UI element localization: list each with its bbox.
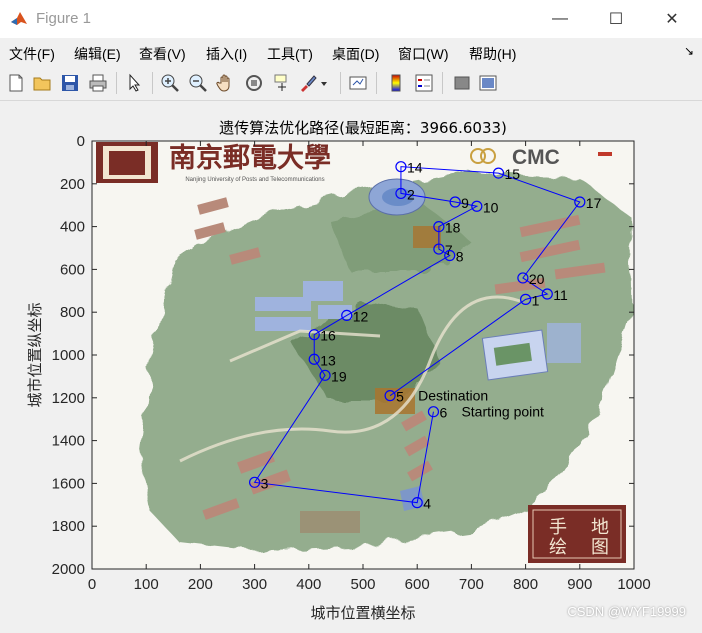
menu-insert[interactable]: 插入(I) (206, 44, 247, 64)
x-tick-label: 800 (513, 576, 538, 593)
seal-char-4: 图 (591, 537, 609, 558)
city-label: 15 (505, 166, 521, 182)
pointer-icon[interactable] (124, 73, 144, 93)
figure-toolbar (0, 66, 702, 101)
city-label: 12 (353, 308, 369, 324)
close-button[interactable]: ✕ (644, 0, 700, 38)
menu-bar: 文件(F) 编辑(E) 查看(V) 插入(I) 工具(T) 桌面(D) 窗口(W… (0, 40, 702, 66)
window-title: Figure 1 (36, 10, 92, 27)
city-label: 8 (456, 248, 464, 264)
city-label: 10 (483, 199, 499, 215)
university-english-text: Nanjing University of Posts and Telecomm… (185, 177, 324, 183)
menu-file[interactable]: 文件(F) (9, 44, 55, 64)
cmc-logo-dash-icon (598, 152, 612, 156)
maximize-button[interactable]: ☐ (588, 0, 644, 38)
y-tick-label: 1200 (52, 390, 85, 407)
toolbar-separator (376, 72, 377, 94)
menu-tools[interactable]: 工具(T) (267, 44, 313, 64)
y-axis-label: 城市位置纵坐标 (26, 302, 44, 407)
zoom-in-icon[interactable] (160, 73, 180, 93)
x-tick-label: 500 (350, 576, 375, 593)
y-tick-label: 200 (60, 176, 85, 193)
x-tick-label: 400 (296, 576, 321, 593)
menu-edit[interactable]: 编辑(E) (74, 44, 121, 64)
data-cursor-icon[interactable] (272, 73, 292, 93)
matlab-logo-icon (11, 12, 27, 25)
toolbar-separator (152, 72, 153, 94)
show-plot-tools-icon[interactable] (478, 73, 498, 93)
y-tick-label: 1800 (52, 518, 85, 535)
colorbar-icon[interactable] (386, 73, 406, 93)
minimize-button[interactable]: — (532, 0, 588, 38)
hide-plot-tools-icon[interactable] (452, 73, 472, 93)
route-annotation: Destination (418, 388, 488, 404)
city-label: 19 (331, 368, 347, 384)
city-label: 3 (261, 475, 269, 491)
city-label: 6 (439, 405, 447, 421)
y-tick-label: 1000 (52, 347, 85, 364)
university-name-text: 南京郵電大學 (169, 142, 331, 174)
brush-dropdown-icon[interactable] (318, 73, 330, 93)
city-label: 20 (529, 271, 545, 287)
y-tick-label: 800 (60, 304, 85, 321)
y-tick-label: 400 (60, 219, 85, 236)
csdn-watermark: CSDN @WYF19999 (567, 604, 686, 619)
chart-title: 遗传算法优化路径(最短距离：3966.6033) (219, 119, 507, 137)
city-label: 5 (396, 389, 404, 405)
city-label: 18 (445, 220, 461, 236)
seal-char-2: 地 (591, 517, 609, 538)
menu-desktop[interactable]: 桌面(D) (332, 44, 379, 64)
menu-help[interactable]: 帮助(H) (469, 44, 516, 64)
city-label: 16 (320, 328, 336, 344)
city-label: 9 (461, 195, 469, 211)
campus-map-image: 南京郵電大學 Nanjing University of Posts and T… (92, 141, 634, 569)
x-tick-label: 200 (188, 576, 213, 593)
legend-icon[interactable] (414, 73, 434, 93)
seal-char-3: 绘 (549, 537, 567, 558)
toolbar-separator (442, 72, 443, 94)
city-label: 4 (423, 496, 431, 512)
x-tick-label: 300 (242, 576, 267, 593)
link-plot-icon[interactable] (348, 73, 368, 93)
city-label: 11 (553, 287, 568, 303)
city-label: 17 (586, 195, 602, 211)
city-label: 2 (407, 186, 415, 202)
pan-hand-icon[interactable] (216, 73, 236, 93)
y-tick-label: 1400 (52, 433, 85, 450)
city-label: 1 (532, 292, 540, 308)
zoom-out-icon[interactable] (188, 73, 208, 93)
seal-char-1: 手 (549, 517, 567, 538)
menu-view[interactable]: 查看(V) (139, 44, 186, 64)
y-tick-label: 600 (60, 261, 85, 278)
toolbar-separator (340, 72, 341, 94)
dock-arrow-icon[interactable]: ↘ (684, 44, 694, 58)
y-tick-label: 0 (77, 133, 85, 150)
menu-window[interactable]: 窗口(W) (398, 44, 449, 64)
save-icon[interactable] (60, 73, 80, 93)
x-axis-label: 城市位置横坐标 (310, 604, 415, 622)
axes-svg: 南京郵電大學 Nanjing University of Posts and T… (26, 119, 651, 622)
brush-icon[interactable] (298, 73, 318, 93)
window-title-bar: Figure 1 — ☐ ✕ (0, 0, 702, 38)
x-tick-label: 0 (88, 576, 96, 593)
toolbar-separator (116, 72, 117, 94)
new-figure-icon[interactable] (6, 73, 26, 93)
rotate-3d-icon[interactable] (244, 73, 264, 93)
x-tick-label: 900 (567, 576, 592, 593)
city-label: 14 (407, 160, 423, 176)
hand-drawn-seal-icon (528, 505, 626, 563)
x-tick-label: 1000 (617, 576, 650, 593)
figure-canvas: 南京郵電大學 Nanjing University of Posts and T… (0, 101, 702, 628)
city-label: 13 (320, 352, 336, 368)
x-tick-label: 700 (459, 576, 484, 593)
x-tick-label: 100 (134, 576, 159, 593)
open-file-icon[interactable] (32, 73, 52, 93)
y-tick-label: 1600 (52, 475, 85, 492)
route-annotation: Starting point (461, 404, 544, 420)
x-tick-label: 600 (405, 576, 430, 593)
y-tick-label: 2000 (52, 561, 85, 578)
print-icon[interactable] (88, 73, 108, 93)
